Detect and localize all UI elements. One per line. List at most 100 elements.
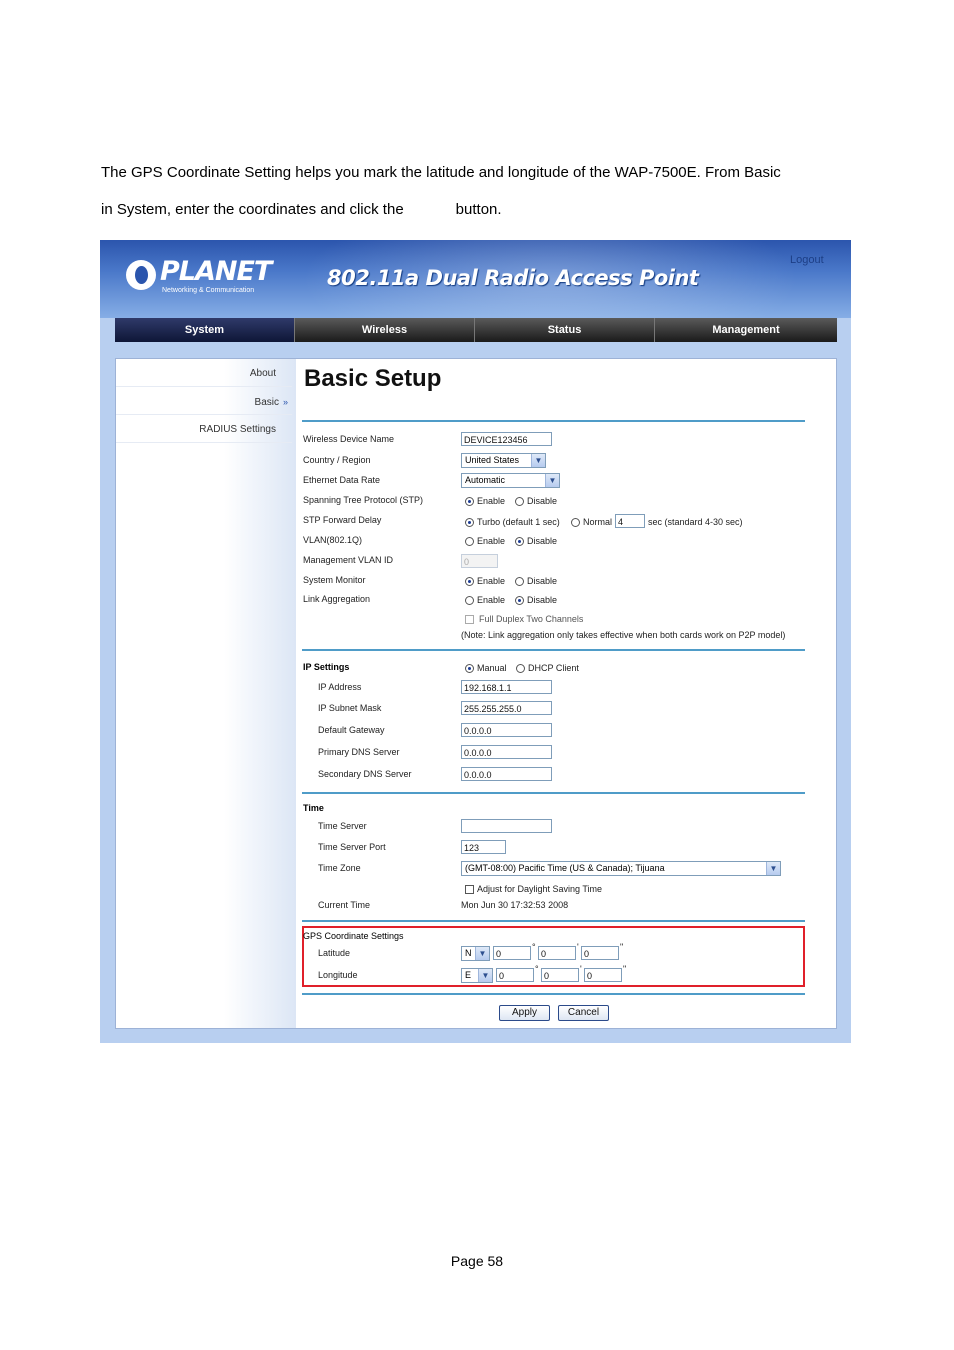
data-rate-select[interactable]: Automatic ▼ [461,473,560,488]
monitor-disable-radio[interactable]: Disable [515,576,557,587]
full-duplex-checkbox[interactable]: Full Duplex Two Channels [465,614,583,625]
ip-manual-radio[interactable]: Manual [465,663,507,674]
time-server-label: Time Server [318,821,367,831]
radio-selected-icon [515,596,524,605]
time-zone-select[interactable]: (GMT-08:00) Pacific Time (US & Canada); … [461,861,781,876]
stp-enable-radio[interactable]: Enable [465,496,505,507]
mgmt-vlan-input[interactable]: 0 [461,554,498,568]
radio-label: DHCP Client [528,663,579,673]
radio-label: Enable [477,496,506,506]
sidebar-item-label: About [249,368,276,379]
latitude-seconds-input[interactable]: 0 [581,946,619,960]
radio-unselected-icon [515,497,524,506]
minute-mark: ' [580,964,582,974]
delay-seconds-input[interactable]: 4 [615,514,645,528]
ip-address-input[interactable]: 192.168.1.1 [461,680,552,694]
longitude-label: Longitude [318,970,358,980]
longitude-minutes-input[interactable]: 0 [541,968,579,982]
chevron-down-icon: ▼ [478,969,492,982]
second-mark: " [620,942,624,952]
country-label: Country / Region [303,455,371,465]
aggregation-note: (Note: Link aggregation only takes effec… [461,630,786,640]
tab-status[interactable]: Status [475,318,655,342]
data-rate-label: Ethernet Data Rate [303,475,381,485]
vlan-disable-radio[interactable]: Disable [515,536,557,547]
content-panel: About Basic» RADIUS Settings Basic Setup… [115,358,837,1029]
intro-line-2-end: button. [455,201,502,218]
latitude-direction-value: N [465,948,472,958]
subnet-mask-input[interactable]: 255.255.255.0 [461,701,552,715]
sidebar-item-basic[interactable]: Basic» [116,389,292,415]
time-zone-label: Time Zone [318,863,361,873]
primary-dns-input[interactable]: 0.0.0.0 [461,745,552,759]
system-monitor-label: System Monitor [303,575,366,585]
longitude-seconds-input[interactable]: 0 [584,968,622,982]
radio-label: Disable [527,496,558,506]
device-name-input[interactable]: DEVICE123456 [461,432,552,446]
secondary-dns-input[interactable]: 0.0.0.0 [461,767,552,781]
country-select[interactable]: United States ▼ [461,453,546,468]
latitude-degrees-input[interactable]: 0 [493,946,531,960]
radio-selected-icon [465,497,474,506]
secondary-dns-label: Secondary DNS Server [318,769,412,779]
time-server-port-input[interactable]: 123 [461,840,506,854]
time-heading: Time [303,803,324,813]
checkbox-label: Full Duplex Two Channels [479,614,584,624]
radio-label: Disable [527,536,558,546]
vlan-label: VLAN(802.1Q) [303,535,363,545]
radio-selected-icon [515,537,524,546]
degree-mark: ° [535,964,539,974]
vlan-enable-radio[interactable]: Enable [465,536,505,547]
delay-normal-radio[interactable]: Normal [571,517,612,528]
sidebar-item-about[interactable]: About [116,361,292,387]
daylight-saving-checkbox[interactable]: Adjust for Daylight Saving Time [465,884,602,895]
radio-unselected-icon [515,577,524,586]
data-rate-value: Automatic [465,475,506,485]
stp-disable-radio[interactable]: Disable [515,496,557,507]
monitor-enable-radio[interactable]: Enable [465,576,505,587]
longitude-direction-select[interactable]: E ▼ [461,968,493,983]
radio-label: Normal [583,517,613,527]
planet-globe-icon [126,260,156,290]
header-banner: PLANET Networking & Communication 802.11… [100,240,851,318]
longitude-direction-value: E [465,970,472,980]
radio-selected-icon [465,664,474,673]
chevron-down-icon: ▼ [475,947,489,960]
main-nav: System Wireless Status Management [115,318,837,342]
section-divider [302,792,805,794]
latitude-minutes-input[interactable]: 0 [538,946,576,960]
delay-turbo-radio[interactable]: Turbo (default 1 sec) [465,517,560,528]
tab-management[interactable]: Management [655,318,837,342]
logout-link[interactable]: Logout [790,254,824,266]
radio-label: Enable [477,576,506,586]
time-server-input[interactable] [461,819,552,833]
radio-selected-icon [465,518,474,527]
sidebar-item-radius-settings[interactable]: RADIUS Settings [116,417,292,443]
checkbox-label: Adjust for Daylight Saving Time [477,884,603,894]
latitude-direction-select[interactable]: N ▼ [461,946,490,961]
web-ui-screenshot: PLANET Networking & Communication 802.11… [100,240,851,1043]
intro-line-2: in System, enter the coordinates and cli… [101,201,502,219]
basic-setup-form: Basic Setup Wireless Device Name DEVICE1… [302,359,824,1028]
delay-hint: sec (standard 4-30 sec) [648,517,743,527]
agg-disable-radio[interactable]: Disable [515,595,557,606]
apply-button[interactable]: Apply [499,1005,550,1021]
cancel-button[interactable]: Cancel [558,1005,609,1021]
country-value: United States [465,455,520,465]
subnet-mask-label: IP Subnet Mask [318,703,382,713]
brand-name: PLANET [160,256,272,287]
chevron-down-icon: ▼ [531,454,545,467]
ip-dhcp-radio[interactable]: DHCP Client [516,663,579,674]
tab-system[interactable]: System [115,318,295,342]
product-title: 802.11a Dual Radio Access Point [327,266,699,290]
radio-unselected-icon [571,518,580,527]
tab-wireless[interactable]: Wireless [295,318,475,342]
longitude-degrees-input[interactable]: 0 [496,968,534,982]
checkbox-icon [465,615,474,624]
chevron-right-icon: » [282,397,288,407]
default-gateway-input[interactable]: 0.0.0.0 [461,723,552,737]
section-divider [302,920,805,922]
agg-enable-radio[interactable]: Enable [465,595,505,606]
time-zone-value: (GMT-08:00) Pacific Time (US & Canada); … [465,863,665,873]
section-divider [302,420,805,422]
